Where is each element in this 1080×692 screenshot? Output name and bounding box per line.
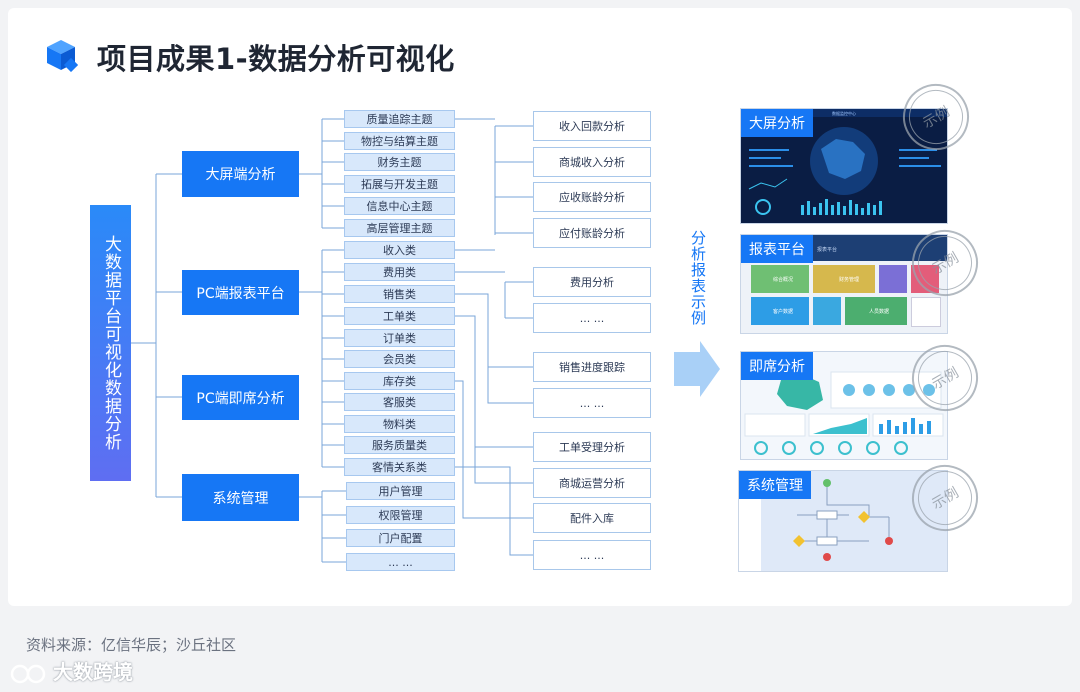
- subject-item: ... ...: [346, 553, 455, 571]
- root-node: 大数据平台可视化数据分析: [90, 205, 131, 481]
- analysis-item: 收入回款分析: [533, 111, 651, 141]
- subject-item: 费用类: [344, 263, 455, 281]
- watermark-logo-icon: [10, 664, 46, 683]
- subject-item: 拓展与开发主题: [344, 175, 455, 193]
- report-tile: 财务管理: [813, 265, 875, 293]
- category-pc-adhoc: PC端即席分析: [182, 375, 299, 420]
- analysis-item: ... ...: [533, 540, 651, 570]
- analysis-item: 商城收入分析: [533, 147, 651, 177]
- analysis-item: 应收账龄分析: [533, 182, 651, 212]
- subject-item: 财务主题: [344, 153, 455, 171]
- analysis-item: 工单受理分析: [533, 432, 651, 462]
- subject-item: 物控与结算主题: [344, 132, 455, 150]
- subject-item: 库存类: [344, 372, 455, 390]
- analysis-item: 配件入库: [533, 503, 651, 533]
- example-side-label: 分析报表示例: [689, 230, 707, 326]
- subject-item: 质量追踪主题: [344, 110, 455, 128]
- watermark: 大数跨境: [10, 656, 133, 686]
- report-tile: 人员数据: [845, 297, 907, 325]
- subject-item: 工单类: [344, 307, 455, 325]
- analysis-item: 应付账龄分析: [533, 218, 651, 248]
- subject-item: 门户配置: [346, 529, 455, 547]
- analysis-item: 费用分析: [533, 267, 651, 297]
- subject-item: 权限管理: [346, 506, 455, 524]
- report-tile: 客户数据: [751, 297, 809, 325]
- example-tag: 即席分析: [741, 352, 813, 380]
- source-note: 资料来源：亿信华辰；沙丘社区: [26, 636, 237, 654]
- subject-item: 服务质量类: [344, 436, 455, 454]
- screen-title: 数据监控中心: [832, 110, 856, 116]
- subject-item: 订单类: [344, 329, 455, 347]
- report-tile: 综合概况: [751, 265, 809, 293]
- report-tile: [813, 297, 841, 325]
- report-tile: [911, 297, 941, 327]
- analysis-item: 商城运营分析: [533, 468, 651, 498]
- subject-item: 收入类: [344, 241, 455, 259]
- subject-item: 客情关系类: [344, 458, 455, 476]
- subject-item: 高层管理主题: [344, 219, 455, 237]
- screen-title: 报表平台: [817, 247, 838, 253]
- example-tag: 系统管理: [739, 471, 811, 499]
- subject-item: 物料类: [344, 415, 455, 433]
- subject-item: 会员类: [344, 350, 455, 368]
- analysis-item: 销售进度跟踪: [533, 352, 651, 382]
- category-system-admin: 系统管理: [182, 474, 299, 521]
- subject-item: 信息中心主题: [344, 197, 455, 215]
- example-tag: 大屏分析: [741, 109, 813, 137]
- category-pc-report: PC端报表平台: [182, 270, 299, 315]
- subject-item: 销售类: [344, 285, 455, 303]
- report-tile: [879, 265, 907, 293]
- category-big-screen: 大屏端分析: [182, 151, 299, 197]
- analysis-item: ... ...: [533, 388, 651, 418]
- subject-item: 用户管理: [346, 482, 455, 500]
- example-tag: 报表平台: [741, 235, 813, 263]
- analysis-item: ... ...: [533, 303, 651, 333]
- subject-item: 客服类: [344, 393, 455, 411]
